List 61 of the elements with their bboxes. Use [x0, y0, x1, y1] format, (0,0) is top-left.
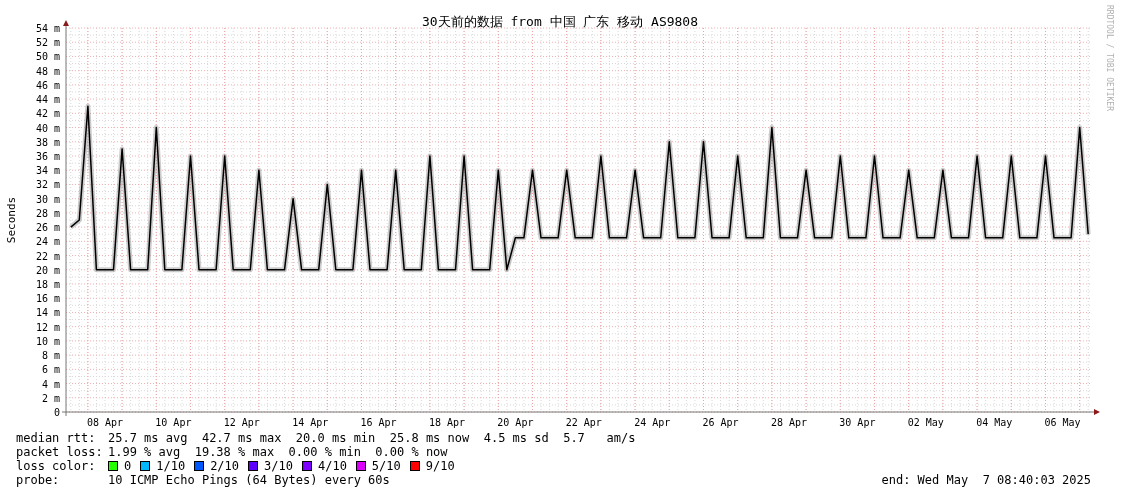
- axis-label: 28 Apr: [770, 417, 808, 428]
- axis-label: 2 m: [41, 392, 60, 404]
- axis-label: 48 m: [35, 65, 60, 77]
- axis-label: 6 m: [41, 364, 60, 376]
- axis-label: 36 m: [35, 151, 60, 162]
- axis-label: 16 m: [35, 293, 60, 305]
- axis-label: 18 m: [35, 279, 60, 290]
- axis-label: 30 Apr: [839, 417, 876, 428]
- axis-label: 28 m: [35, 207, 60, 219]
- axis-label: 26 m: [35, 222, 60, 234]
- axis-label: 8 m: [41, 350, 60, 362]
- legend-text: 3/10: [264, 459, 293, 473]
- chart-title: 30天前的数据 from 中国 广东 移动 AS9808: [421, 14, 699, 29]
- axis-label: 52 m: [35, 37, 60, 49]
- axis-label: 16 Apr: [360, 417, 397, 428]
- axis-label: 44 m: [35, 94, 60, 106]
- legend-text: 25.7 ms avg 42.7 ms max 20.0 ms min 25.8 ms now 4.5 ms sd 5.7 am/s: [108, 431, 636, 445]
- axis-label: 06 May: [1044, 417, 1081, 428]
- legend-text: 1/10: [156, 459, 186, 473]
- legend-label: median rtt:: [16, 431, 97, 445]
- axis-label: 24 m: [35, 236, 60, 248]
- axis-label: 20 m: [35, 264, 60, 276]
- credit-text: RRDTOOL / TOBI OETIKER: [1105, 5, 1114, 111]
- legend-text: 4/10: [317, 459, 347, 473]
- axis-label: 38 m: [35, 136, 60, 148]
- axis-label: 26 Apr: [702, 417, 739, 428]
- axis-label: 12 Apr: [223, 417, 260, 428]
- axis-title: Seconds: [5, 196, 18, 244]
- legend-label: packet loss:: [16, 445, 104, 459]
- axis-label: 22 m: [35, 250, 60, 262]
- axis-label: 40 m: [35, 122, 60, 134]
- axis-label: 46 m: [35, 79, 60, 91]
- axis-label: 34 m: [35, 165, 60, 177]
- legend-text: 5/10: [371, 459, 401, 473]
- axis-label: 08 Apr: [86, 417, 124, 428]
- axis-label: 14 Apr: [292, 417, 329, 428]
- axis-label: 4 m: [41, 378, 60, 390]
- axis-label: 18 Apr: [428, 417, 466, 428]
- axis-label: 0: [53, 407, 60, 418]
- legend-text: 9/10: [425, 459, 455, 473]
- legend-text: 1.99 % avg 19.38 % max 0.00 % min 0.00 % now: [108, 445, 448, 459]
- axis-label: 02 May: [907, 417, 944, 428]
- legend-text: 2/10: [210, 459, 240, 473]
- axis-label: 12 m: [35, 321, 60, 333]
- axis-label: 32 m: [35, 179, 60, 191]
- axis-label: 22 Apr: [565, 417, 602, 428]
- axis-label: 50 m: [35, 51, 60, 63]
- axis-label: 10 Apr: [155, 417, 192, 428]
- axis-label: 10 m: [35, 335, 60, 347]
- legend-label: probe:: [16, 473, 61, 487]
- axis-label: 54 m: [35, 23, 60, 34]
- end-time: end: Wed May 7 08:40:03 2025: [881, 473, 1091, 487]
- axis-label: 14 m: [35, 307, 60, 319]
- legend-text: 0: [124, 459, 132, 473]
- axis-label: 24 Apr: [634, 417, 671, 428]
- legend-text: 10 ICMP Echo Pings (64 Bytes) every 60s: [108, 473, 390, 487]
- legend-label: loss color:: [16, 459, 97, 473]
- axis-label: 30 m: [35, 193, 60, 205]
- axis-label: 04 May: [976, 417, 1013, 428]
- axis-label: 42 m: [35, 108, 60, 120]
- axis-label: 20 Apr: [497, 417, 534, 428]
